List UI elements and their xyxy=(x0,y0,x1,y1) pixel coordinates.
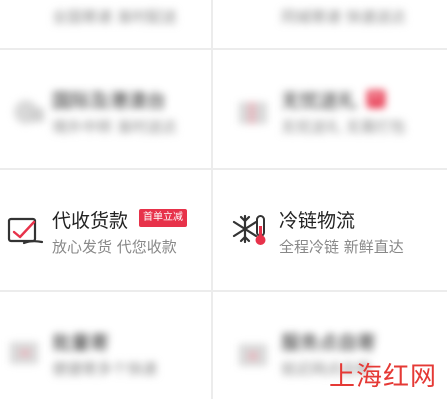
gift-icon xyxy=(233,90,273,130)
service-title: 批量寄 xyxy=(52,332,110,354)
service-card-international[interactable]: 国际及港澳台 境外中转 准时送达 xyxy=(0,50,211,168)
service-title: 冷链物流 xyxy=(279,210,356,232)
service-title: 国际及港澳台 xyxy=(52,90,167,112)
service-card-top-left[interactable]: 全国寄递 准时配送 xyxy=(0,0,211,48)
service-card-top-right[interactable]: 同城寄递 快速送达 xyxy=(213,0,447,48)
service-subtitle: 境外中转 准时送达 xyxy=(52,118,177,136)
service-card-gift[interactable]: 无忧送礼 新 无忧送礼 无需打包 xyxy=(213,50,447,168)
service-card-batch[interactable]: 批量寄 便捷寄多个快递 xyxy=(0,292,211,399)
service-title: 服务点自寄 xyxy=(281,332,377,354)
row-divider xyxy=(0,290,447,292)
snowflake-thermometer-icon xyxy=(231,210,271,250)
service-subtitle: 同城寄递 快速送达 xyxy=(281,8,406,26)
service-card-cod[interactable]: 代收货款 首单立减 放心发货 代您收款 xyxy=(0,170,211,290)
service-subtitle: 便捷寄多个快递 xyxy=(52,360,158,378)
service-subtitle: 全程冷链 新鲜直达 xyxy=(279,238,404,256)
globe-parcel-icon xyxy=(8,92,48,132)
column-divider xyxy=(211,0,213,399)
row-divider xyxy=(0,48,447,50)
service-subtitle: 无忧送礼 无需打包 xyxy=(281,118,406,136)
service-card-cold-chain[interactable]: 冷链物流 全程冷链 新鲜直达 xyxy=(213,170,447,290)
batch-parcel-icon xyxy=(6,332,46,372)
service-subtitle: 全国寄递 准时配送 xyxy=(52,8,177,26)
promo-badge: 首单立减 xyxy=(139,209,187,227)
service-title: 代收货款 xyxy=(52,210,129,232)
service-title: 无忧送礼 xyxy=(281,90,358,112)
promo-badge: 新 xyxy=(367,90,385,108)
service-subtitle: 放心发货 代您收款 xyxy=(52,238,177,256)
watermark: 上海红网 xyxy=(328,362,437,392)
row-divider xyxy=(0,168,447,170)
services-grid: 全国寄递 准时配送 同城寄递 快速送达 国际及港澳台 境外中转 准时送达 无忧送… xyxy=(0,0,447,399)
storefront-icon xyxy=(233,332,273,372)
cod-payment-icon xyxy=(6,210,46,250)
